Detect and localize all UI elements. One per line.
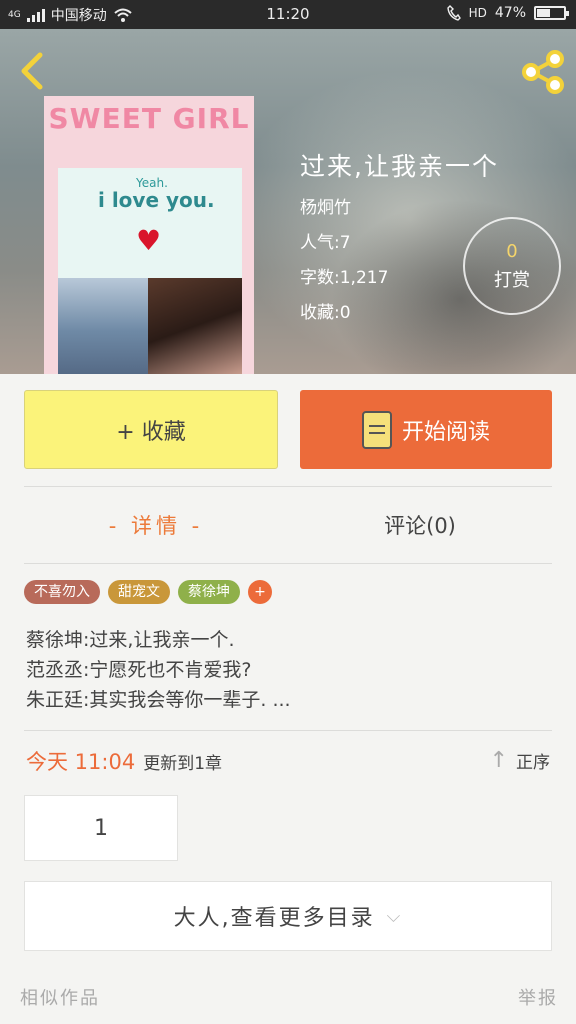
- battery-percent: 47%: [494, 5, 526, 21]
- arrow-up-icon: ↑: [489, 748, 508, 773]
- book-title: 过来,让我亲一个: [300, 152, 499, 181]
- sort-order-label: 正序: [516, 753, 550, 773]
- favorite-label: + 收藏: [116, 419, 186, 445]
- heart-icon: ♥: [136, 224, 162, 257]
- tip-label: 打赏: [494, 270, 530, 291]
- back-arrow-icon[interactable]: [16, 51, 50, 91]
- book-favorites: 收藏:0: [300, 303, 351, 323]
- update-info: 今天 11:04 更新到1章: [26, 746, 222, 776]
- similar-works-link[interactable]: 相似作品: [20, 984, 100, 1010]
- synopsis-line: 朱正廷:其实我会等你一辈子. ...: [26, 689, 291, 711]
- update-time: 今天 11:04: [26, 750, 136, 774]
- tag-item[interactable]: 不喜勿入: [24, 580, 100, 604]
- book-author: 杨炯竹: [300, 198, 351, 218]
- cover-photo-right: [148, 278, 242, 374]
- view-more-label: 大人,查看更多目录: [173, 906, 375, 931]
- cover-title: SWEET GIRL: [48, 102, 250, 135]
- view-more-catalog-button[interactable]: 大人,查看更多目录 ⌵: [24, 881, 552, 951]
- report-link[interactable]: 举报: [518, 984, 558, 1010]
- tip-button[interactable]: 0 打赏: [463, 217, 561, 315]
- synopsis: 蔡徐坤:过来,让我亲一个. 范丞丞:宁愿死也不肯爱我? 朱正廷:其实我会等你一辈…: [26, 625, 291, 715]
- synopsis-line: 蔡徐坤:过来,让我亲一个.: [26, 629, 235, 651]
- add-favorite-button[interactable]: + 收藏: [24, 390, 278, 469]
- sort-order-button[interactable]: ↑ 正序: [490, 748, 550, 773]
- cover-card: Yeah. i love you. ♥: [58, 168, 242, 278]
- update-text: 更新到1章: [143, 754, 223, 774]
- hd-label: HD: [468, 6, 487, 20]
- start-reading-button[interactable]: 开始阅读: [300, 390, 552, 469]
- tag-item[interactable]: 蔡徐坤: [178, 580, 240, 604]
- divider: [24, 563, 552, 564]
- synopsis-line: 范丞丞:宁愿死也不肯爱我?: [26, 659, 252, 681]
- tag-item[interactable]: 甜宠文: [108, 580, 170, 604]
- divider: [24, 730, 552, 731]
- book-icon: [361, 410, 392, 449]
- start-reading-label: 开始阅读: [401, 419, 490, 445]
- tab-details[interactable]: - 详情 -: [24, 487, 288, 563]
- call-icon: [446, 5, 461, 21]
- book-info: 过来,让我亲一个 杨炯竹 人气:7 字数:1,217 收藏:0: [300, 147, 499, 323]
- chapter-item[interactable]: 1: [24, 795, 178, 861]
- add-tag-button[interactable]: +: [248, 580, 272, 604]
- tab-bar: - 详情 - 评论(0): [24, 487, 552, 563]
- share-icon[interactable]: [520, 49, 566, 95]
- tab-comments[interactable]: 评论(0): [288, 487, 552, 563]
- cover-text: i love you.: [98, 188, 215, 212]
- battery-icon: [534, 6, 569, 20]
- chevron-down-icon: ⌵: [386, 905, 403, 927]
- book-header: SWEET GIRL Yeah. i love you. ♥ 过来,让我亲一个 …: [0, 29, 576, 374]
- cover-photo-left: [58, 278, 148, 374]
- tag-list: 不喜勿入 甜宠文 蔡徐坤 +: [24, 580, 272, 604]
- status-bar: 4G 中国移动 11:20 HD 47%: [0, 0, 576, 29]
- tip-count: 0: [506, 241, 518, 262]
- book-cover: SWEET GIRL Yeah. i love you. ♥: [44, 96, 254, 374]
